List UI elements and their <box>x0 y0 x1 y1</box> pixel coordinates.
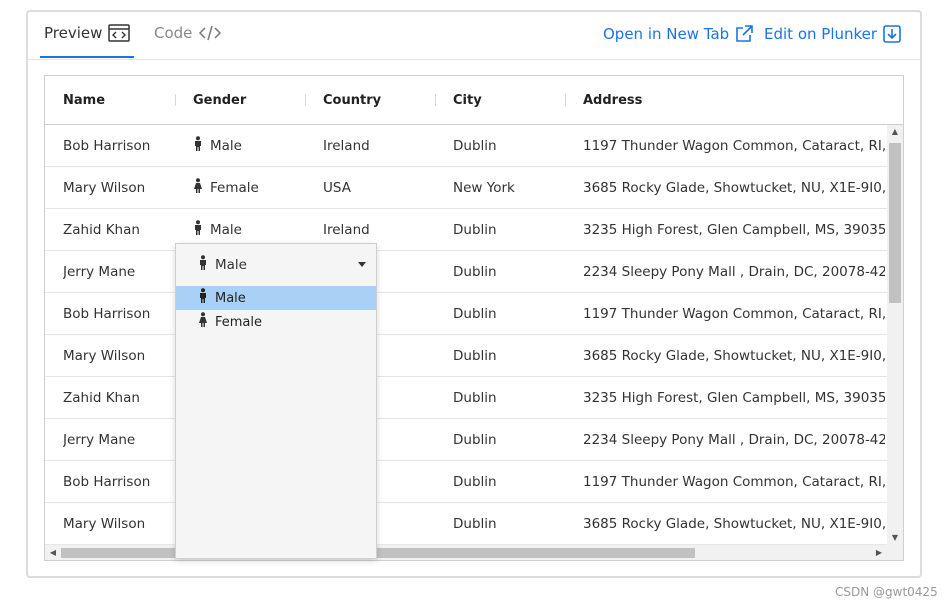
cell-gender[interactable]: Female <box>193 167 313 209</box>
cell-name: Mary Wilson <box>63 348 146 364</box>
female-icon <box>199 312 207 327</box>
male-icon <box>200 288 206 303</box>
tab-code[interactable]: Code <box>154 24 222 42</box>
cell-address: 3235 High Forest, Glen Campbell, MS, 390… <box>583 390 885 406</box>
horizontal-scrollbar[interactable]: ◀ ▶ <box>45 545 887 560</box>
dropdown-option-female[interactable]: Female <box>176 310 376 334</box>
data-grid: Name Gender Country City Address Bob Har… <box>44 75 904 561</box>
cell-city: Dublin <box>453 432 497 448</box>
cell-address: 1197 Thunder Wagon Common, Cataract, RI,… <box>583 306 885 322</box>
column-separator[interactable] <box>175 94 176 106</box>
cell-city: Dublin <box>453 474 497 490</box>
male-icon <box>195 136 201 151</box>
active-tab-indicator <box>40 56 134 58</box>
cell-name: Bob Harrison <box>63 474 151 490</box>
cell-name: Bob Harrison <box>63 138 151 154</box>
table-row[interactable]: Bob Harrison Male Ireland Dublin 1197 Th… <box>45 125 887 167</box>
cell-country: USA <box>323 180 351 196</box>
cell-name: Jerry Mane <box>63 264 136 280</box>
table-row[interactable]: Mary Wilson Female USA New York 3685 Roc… <box>45 167 887 209</box>
cell-city: Dublin <box>453 348 497 364</box>
cell-address: 2234 Sleepy Pony Mall , Drain, DC, 20078… <box>583 264 885 280</box>
cell-country: Ireland <box>323 138 370 154</box>
table-row[interactable]: Bob Harrison Dublin 1197 Thunder Wagon C… <box>45 293 887 335</box>
scroll-right-arrow-icon[interactable]: ▶ <box>871 545 887 560</box>
edit-on-plunker-label: Edit on Plunker <box>764 25 878 43</box>
tab-preview[interactable]: Preview <box>44 24 131 42</box>
grid-body: Bob Harrison Male Ireland Dublin 1197 Th… <box>45 125 887 545</box>
edit-on-plunker-link[interactable]: Edit on Plunker <box>764 25 901 43</box>
tab-code-label: Code <box>154 24 193 42</box>
column-header-city[interactable]: City <box>453 76 482 125</box>
column-separator[interactable] <box>305 94 306 106</box>
open-in-new-tab-label: Open in New Tab <box>603 25 730 43</box>
gender-dropdown[interactable]: Male Male Female <box>175 243 377 559</box>
table-row[interactable]: Mary Wilson Dublin 3685 Rocky Glade, Sho… <box>45 503 887 545</box>
cell-city: Dublin <box>453 222 497 238</box>
code-icon <box>199 25 222 41</box>
cell-name: Jerry Mane <box>63 432 136 448</box>
cell-city: Dublin <box>453 516 497 532</box>
column-header-address[interactable]: Address <box>583 76 642 125</box>
tab-bar: Preview Code Open in New Tab Edit on Plu… <box>28 12 920 60</box>
male-icon <box>195 220 201 235</box>
table-row[interactable]: Jerry Mane Dublin 2234 Sleepy Pony Mall … <box>45 419 887 461</box>
cell-address: 3235 High Forest, Glen Campbell, MS, 390… <box>583 222 885 238</box>
vertical-scrollbar[interactable]: ▲ ▼ <box>887 125 903 545</box>
male-icon <box>200 255 206 270</box>
table-row[interactable]: Jerry Mane Dublin 2234 Sleepy Pony Mall … <box>45 251 887 293</box>
cell-name: Bob Harrison <box>63 306 151 322</box>
female-icon <box>194 178 202 193</box>
cell-address: 1197 Thunder Wagon Common, Cataract, RI,… <box>583 138 885 154</box>
cell-name: Mary Wilson <box>63 180 146 196</box>
scroll-up-arrow-icon[interactable]: ▲ <box>887 125 903 139</box>
cell-gender[interactable]: Male <box>193 125 313 167</box>
cell-city: Dublin <box>453 138 497 154</box>
scrollbar-corner <box>887 545 903 560</box>
scroll-down-arrow-icon[interactable]: ▼ <box>887 531 903 545</box>
watermark: CSDN @gwt0425 <box>835 585 938 599</box>
dropdown-option-label: Male <box>215 290 246 306</box>
table-row[interactable]: Zahid Khan Male Ireland Dublin 3235 High… <box>45 209 887 251</box>
column-header-gender[interactable]: Gender <box>193 76 246 125</box>
preview-icon <box>108 24 131 42</box>
cell-city: Dublin <box>453 306 497 322</box>
cell-name: Mary Wilson <box>63 516 146 532</box>
tab-preview-label: Preview <box>44 24 103 42</box>
open-in-new-tab-link[interactable]: Open in New Tab <box>603 25 753 43</box>
table-row[interactable]: Zahid Khan Dublin 3235 High Forest, Glen… <box>45 377 887 419</box>
table-row[interactable]: Bob Harrison Dublin 1197 Thunder Wagon C… <box>45 461 887 503</box>
cell-name: Zahid Khan <box>63 390 140 406</box>
cell-address: 1197 Thunder Wagon Common, Cataract, RI,… <box>583 474 885 490</box>
demo-frame: Preview Code Open in New Tab Edit on Plu… <box>26 10 922 578</box>
column-separator[interactable] <box>435 94 436 106</box>
caret-down-icon[interactable] <box>358 262 366 267</box>
cell-address: 2234 Sleepy Pony Mall , Drain, DC, 20078… <box>583 432 885 448</box>
cell-city: New York <box>453 180 515 196</box>
dropdown-option-label: Female <box>215 314 263 330</box>
download-icon <box>883 25 901 43</box>
column-separator[interactable] <box>565 94 566 106</box>
column-header-country[interactable]: Country <box>323 76 381 125</box>
grid-header: Name Gender Country City Address <box>45 76 903 125</box>
dropdown-selected-label: Male <box>215 257 247 273</box>
column-header-name[interactable]: Name <box>63 76 105 125</box>
cell-name: Zahid Khan <box>63 222 140 238</box>
vertical-scroll-thumb[interactable] <box>889 143 901 303</box>
cell-city: Dublin <box>453 264 497 280</box>
cell-city: Dublin <box>453 390 497 406</box>
cell-gender-label: Male <box>210 138 242 154</box>
dropdown-option-male[interactable]: Male <box>176 286 376 310</box>
scroll-left-arrow-icon[interactable]: ◀ <box>45 545 61 560</box>
cell-gender-label: Female <box>210 180 259 196</box>
cell-address: 3685 Rocky Glade, Showtucket, NU, X1E-9I… <box>583 516 885 532</box>
dropdown-selected-value[interactable]: Male <box>176 244 376 286</box>
cell-address: 3685 Rocky Glade, Showtucket, NU, X1E-9I… <box>583 348 885 364</box>
external-link-icon <box>736 25 753 42</box>
horizontal-scroll-thumb[interactable] <box>61 548 695 558</box>
table-row[interactable]: Mary Wilson Dublin 3685 Rocky Glade, Sho… <box>45 335 887 377</box>
cell-address: 3685 Rocky Glade, Showtucket, NU, X1E-9I… <box>583 180 885 196</box>
